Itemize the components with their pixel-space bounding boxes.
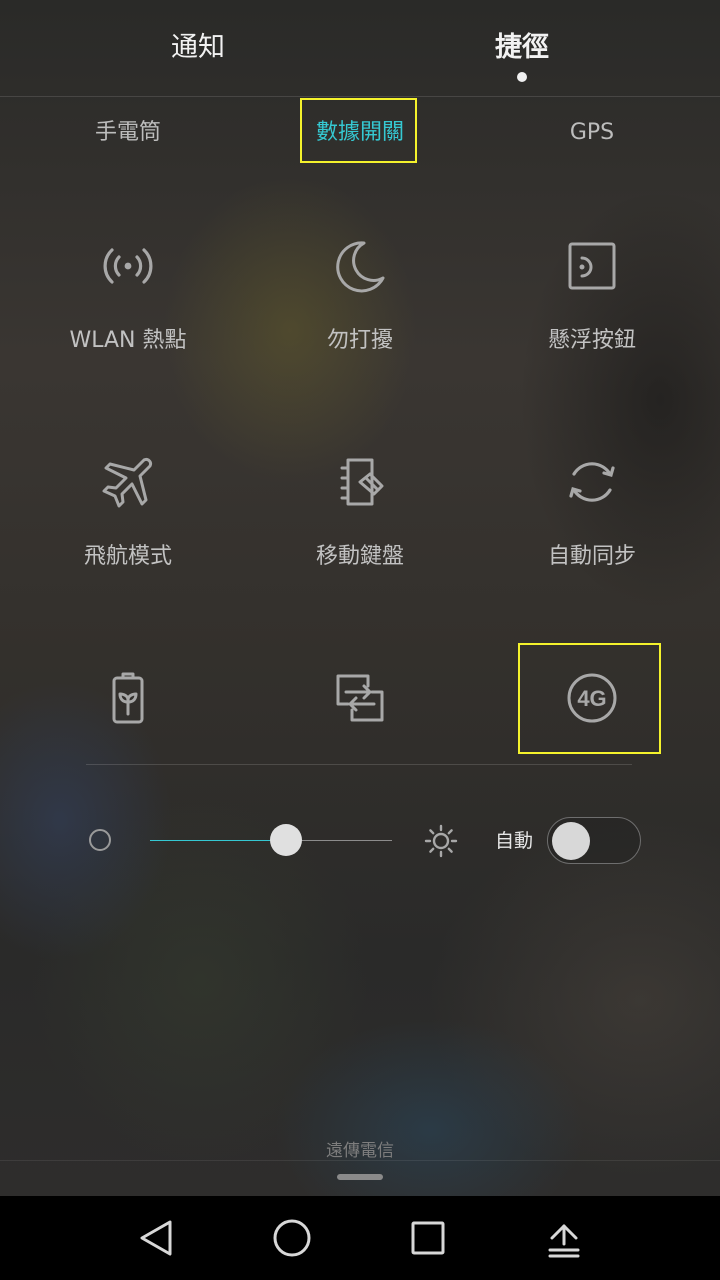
auto-brightness-switch[interactable] (547, 817, 641, 864)
navigation-bar (0, 1196, 720, 1280)
header-divider (0, 96, 720, 97)
hotspot-icon (98, 236, 158, 296)
tile-label: 移動鍵盤 (315, 544, 404, 569)
tile-floating-button[interactable]: 懸浮按鈕 (476, 236, 708, 436)
auto-brightness-label: 自動 (494, 830, 533, 852)
tile-auto-sync[interactable]: 自動同步 (476, 452, 708, 652)
tile-label: 自動同步 (547, 544, 636, 569)
tile-wlan-hotspot[interactable]: WLAN 熱點 (12, 236, 244, 436)
mobile-keyboard-icon (330, 452, 390, 512)
brightness-slider[interactable] (150, 824, 392, 856)
back-button[interactable] (132, 1214, 180, 1262)
quick-settings-panel: 通知 捷徑 手電筒 數據開關 GPS WLAN 熱點 勿打擾 懸浮按鈕 飛航模式… (0, 0, 720, 1280)
bottom-divider (0, 1160, 720, 1161)
grid-divider (86, 764, 632, 765)
tab-notifications[interactable]: 通知 (98, 28, 298, 68)
drag-handle[interactable] (337, 1174, 383, 1180)
highlight-box-4g (518, 643, 661, 754)
home-circle-icon (273, 1219, 311, 1257)
brightness-low-icon (89, 829, 111, 851)
home-button[interactable] (268, 1214, 316, 1262)
tab-shortcuts[interactable]: 捷徑 (422, 28, 622, 68)
toggle-gps[interactable]: GPS (502, 112, 682, 154)
tile-mobile-keyboard[interactable]: 移動鍵盤 (244, 452, 476, 652)
tile-label: 勿打擾 (326, 328, 393, 353)
back-triangle-icon (140, 1220, 172, 1256)
tile-airplane-mode[interactable]: 飛航模式 (12, 452, 244, 652)
up-arrow-bar-icon (548, 1224, 580, 1258)
brightness-high-icon (424, 824, 458, 858)
tile-battery-saver[interactable] (12, 668, 244, 868)
tile-label: 飛航模式 (83, 544, 172, 569)
screen-switch-icon (330, 668, 390, 728)
toggle-flashlight[interactable]: 手電筒 (38, 112, 218, 154)
tile-label: WLAN 熱點 (69, 328, 187, 353)
switch-knob (552, 822, 590, 860)
tile-label: 懸浮按鈕 (547, 328, 636, 353)
brightness-slider-thumb[interactable] (269, 824, 302, 856)
battery-saver-icon (98, 668, 158, 728)
tile-do-not-disturb[interactable]: 勿打擾 (244, 236, 476, 436)
recent-square-icon (411, 1221, 445, 1255)
recent-apps-button[interactable] (404, 1214, 452, 1262)
notification-drawer-button[interactable] (540, 1214, 588, 1262)
sync-icon (562, 452, 622, 512)
airplane-icon (98, 452, 158, 512)
brightness-slider-fill (150, 840, 286, 841)
floating-button-icon (562, 236, 622, 296)
moon-icon (330, 236, 390, 296)
active-tab-indicator (517, 72, 527, 82)
carrier-name: 遠傳電信 (326, 1141, 394, 1161)
highlight-box-mobile-data (300, 98, 417, 163)
